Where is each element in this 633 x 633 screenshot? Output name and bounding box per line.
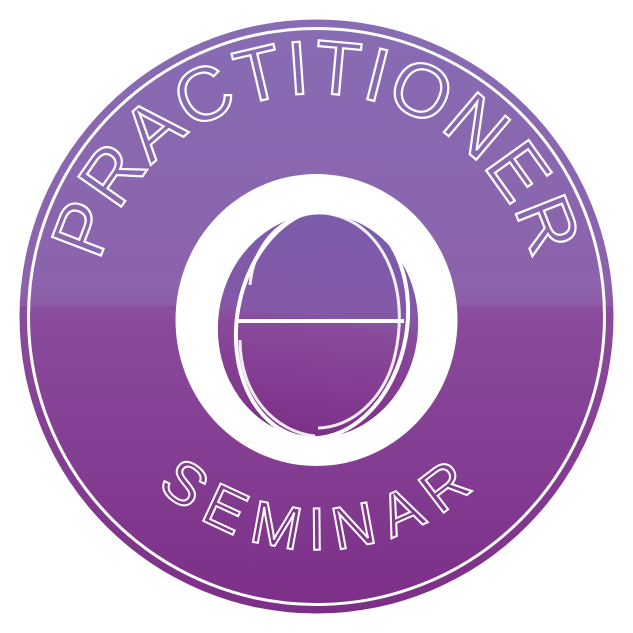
seminar-badge: PRACTITIONER SEMINAR (0, 0, 633, 633)
theta-egg-icon (175, 174, 458, 466)
badge-graphic: PRACTITIONER SEMINAR (19, 19, 614, 614)
